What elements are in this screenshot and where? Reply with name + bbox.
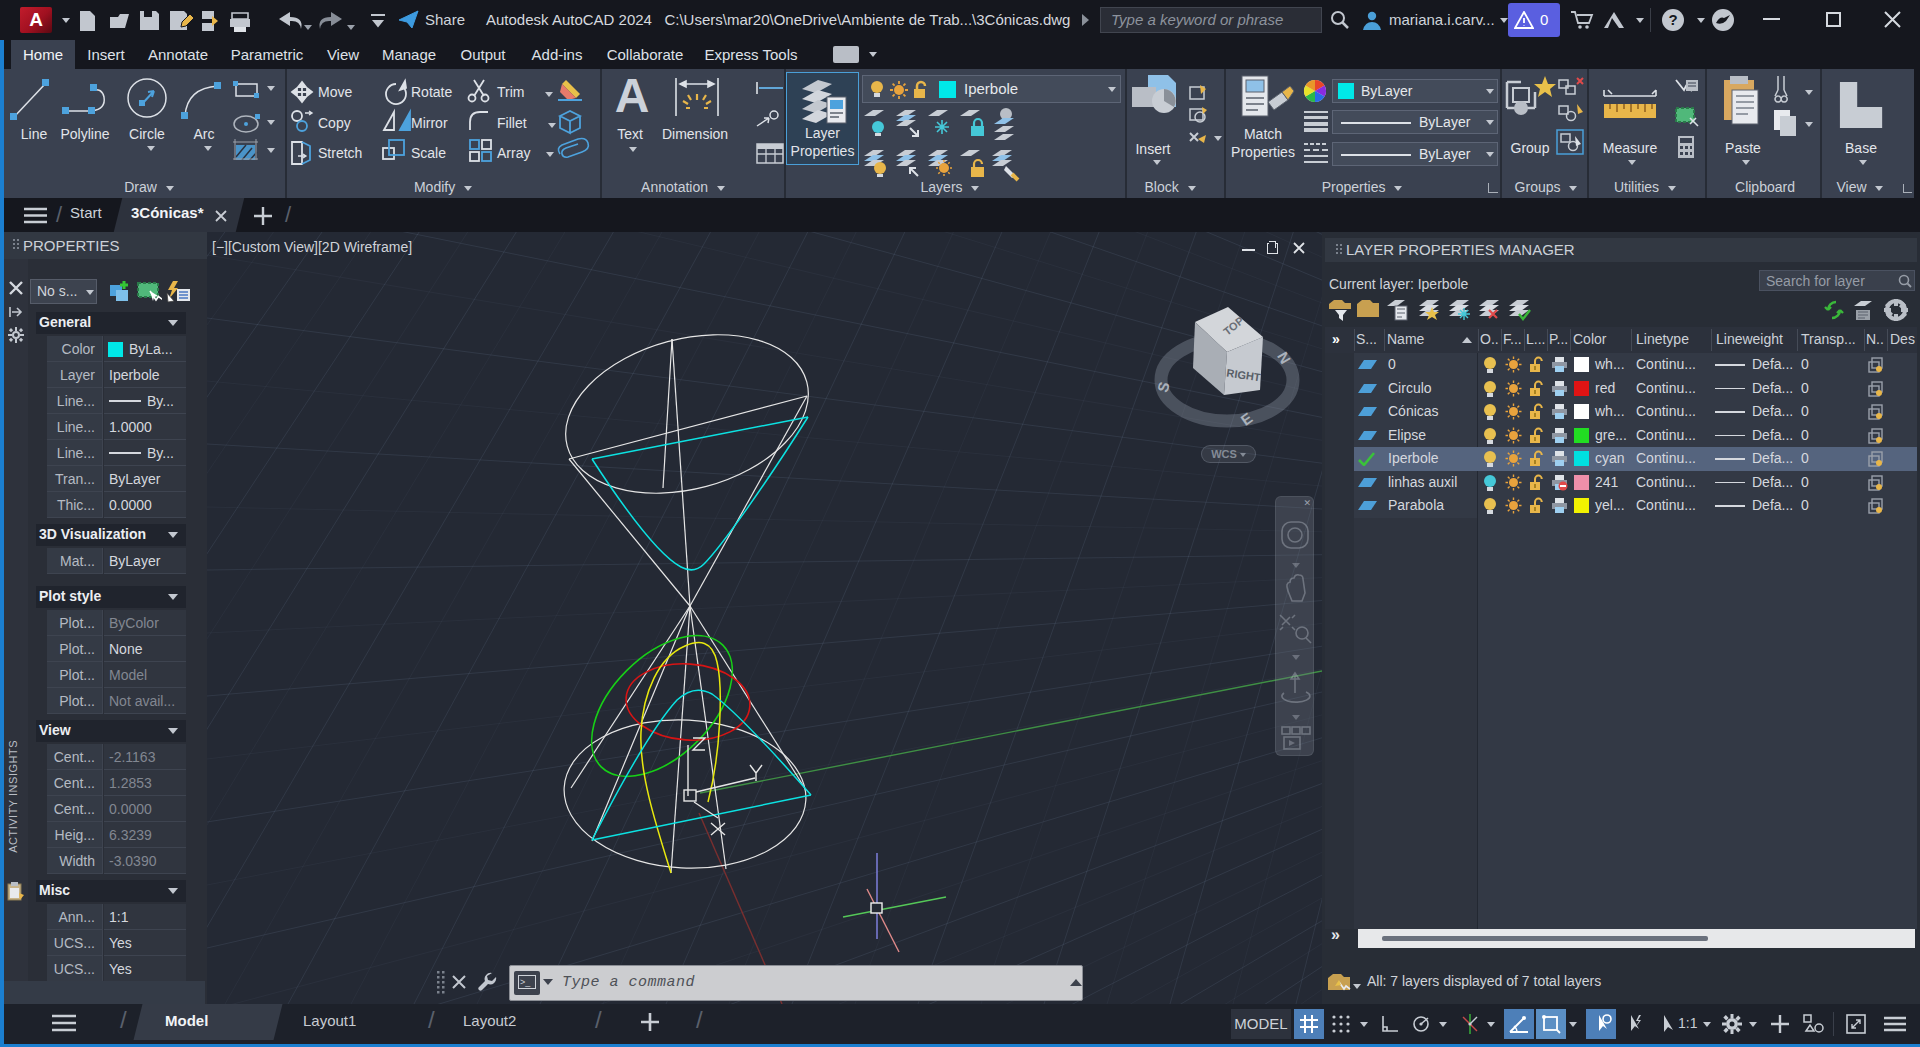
svg-text:S: S <box>1154 380 1173 394</box>
